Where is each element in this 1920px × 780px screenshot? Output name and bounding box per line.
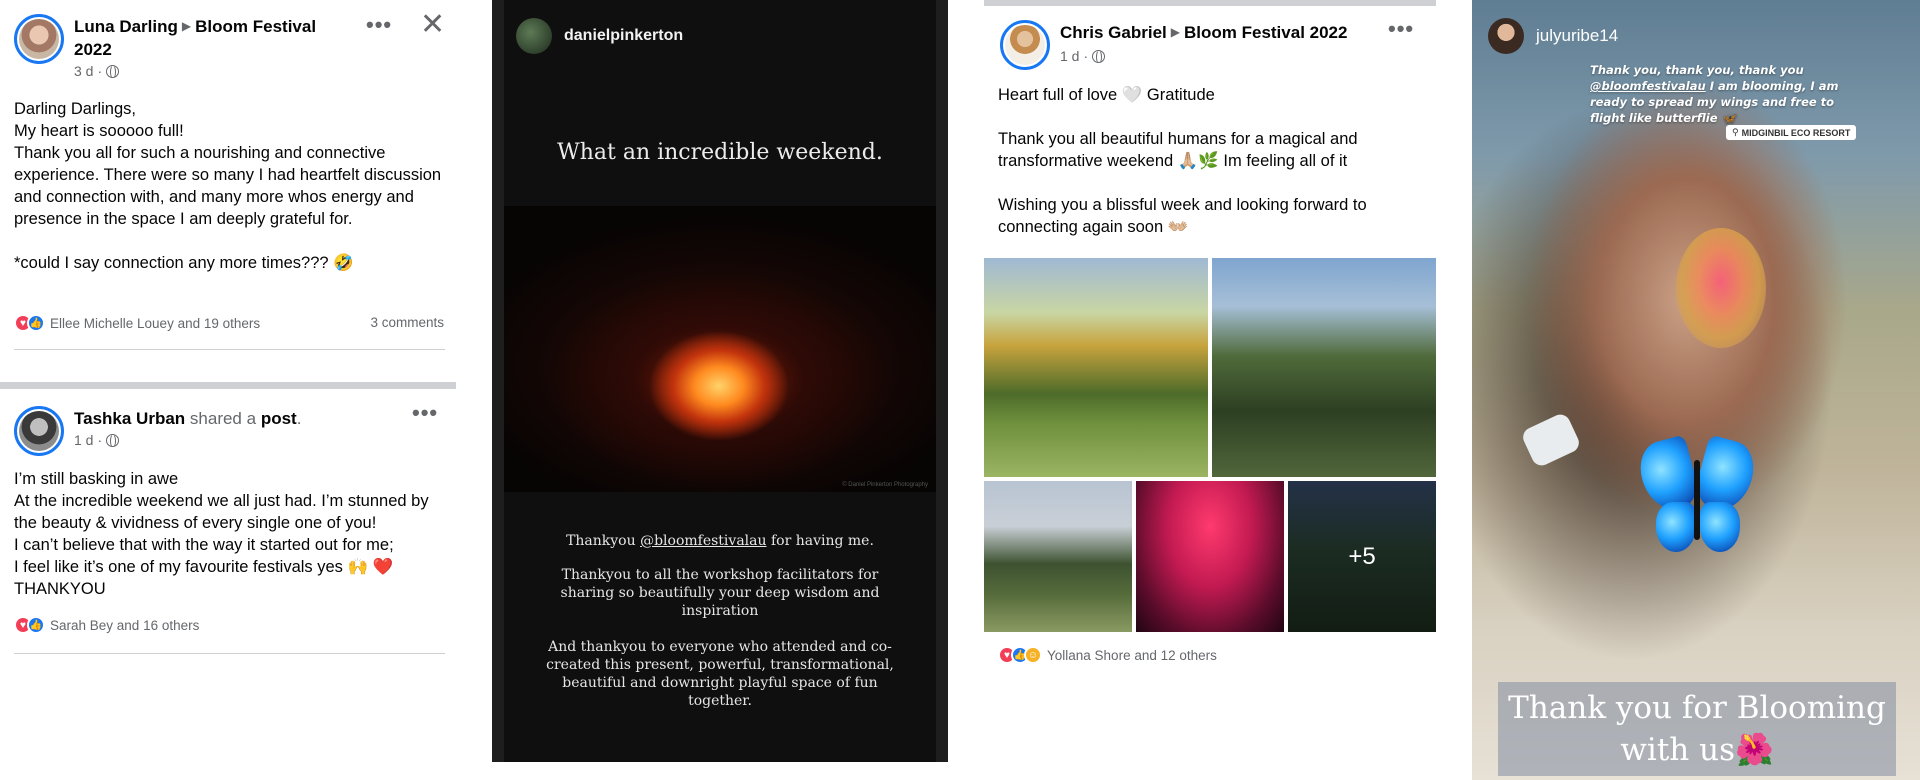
photo-grid: +5 bbox=[984, 258, 1436, 632]
photo-credit: © Daniel Pinkerton Photography bbox=[842, 482, 928, 488]
facebook-post: Luna Darling ▶ Bloom Festival 2022 3 d · ••… bbox=[0, 0, 456, 380]
post-time[interactable]: 1 d bbox=[1060, 48, 1079, 64]
post-body: Heart full of love 🤍 Gratitude Thank you… bbox=[998, 86, 1367, 236]
photo-stage-tent[interactable] bbox=[1136, 481, 1284, 632]
globe-icon bbox=[1092, 49, 1106, 64]
post-header: Tashka Urban shared a post. 1 d · bbox=[14, 406, 301, 456]
avatar[interactable] bbox=[1000, 20, 1050, 70]
avatar[interactable] bbox=[1488, 18, 1524, 54]
reactions-summary[interactable]: ♥ 👍 ☺ Yollana Shore and 12 others bbox=[998, 646, 1217, 664]
globe-icon bbox=[106, 64, 120, 79]
photo-field[interactable] bbox=[984, 481, 1132, 632]
story-username[interactable]: danielpinkerton bbox=[564, 27, 683, 45]
more-options-icon[interactable]: ••• bbox=[1388, 18, 1414, 40]
avatar[interactable] bbox=[14, 14, 64, 64]
avatar[interactable] bbox=[516, 18, 552, 54]
feed-column-1: Luna Darling ▶ Bloom Festival 2022 3 d · ••… bbox=[0, 0, 456, 780]
reactions-summary[interactable]: ♥ 👍 Sarah Bey and 16 others bbox=[14, 616, 199, 634]
more-photos-count[interactable]: +5 bbox=[1288, 481, 1436, 632]
reaction-names: Yollana Shore and 12 others bbox=[1047, 647, 1217, 663]
face-paint bbox=[1676, 228, 1766, 348]
arrow-right-icon: ▶ bbox=[1170, 25, 1180, 39]
shared-label: shared a bbox=[189, 409, 257, 428]
comments-link[interactable]: 3 comments bbox=[370, 315, 444, 330]
story-caption: Thank you for Blooming with us🌺 bbox=[1498, 682, 1896, 776]
post-separator bbox=[0, 382, 456, 389]
photo-forest[interactable] bbox=[1212, 258, 1436, 477]
more-options-icon[interactable]: ••• bbox=[412, 402, 438, 424]
group-name[interactable]: Bloom Festival 2022 bbox=[1184, 23, 1347, 42]
post-header: Chris Gabriel ▶ Bloom Festival 2022 1 d · bbox=[1000, 20, 1347, 70]
story-username[interactable]: julyuribe14 bbox=[1536, 26, 1618, 46]
reaction-names: Ellee Michelle Louey and 19 others bbox=[50, 315, 261, 331]
arrow-right-icon: ▶ bbox=[181, 19, 192, 33]
photo-more[interactable]: +5 bbox=[1288, 481, 1436, 632]
story-paragraph: And thankyou to everyone who attended an… bbox=[546, 639, 894, 709]
reaction-names: Sarah Bey and 16 others bbox=[50, 617, 200, 633]
post-time[interactable]: 3 d bbox=[74, 63, 93, 79]
feed-column-3: Chris Gabriel ▶ Bloom Festival 2022 1 d · •… bbox=[984, 0, 1436, 780]
post-separator bbox=[984, 0, 1436, 6]
haha-icon: ☺ bbox=[1024, 646, 1042, 664]
story-thanks-line: Thankyou @bloomfestivalau for having me. bbox=[566, 533, 874, 549]
avatar[interactable] bbox=[14, 406, 64, 456]
post-body: Darling Darlings, My heart is sooooo ful… bbox=[14, 100, 442, 272]
campfire-photo: © Daniel Pinkerton Photography bbox=[504, 206, 936, 492]
mention-link[interactable]: @bloomfestivalau bbox=[1590, 79, 1706, 93]
story-title: What an incredible weekend. bbox=[557, 140, 883, 165]
more-options-icon[interactable]: ••• bbox=[366, 14, 392, 36]
instagram-story-1: danielpinkerton What an incredible weeke… bbox=[492, 0, 948, 762]
like-icon: 👍 bbox=[27, 314, 45, 332]
shared-post-link[interactable]: post bbox=[261, 409, 297, 428]
facebook-post: Tashka Urban shared a post. 1 d · ••• I’m… bbox=[0, 392, 456, 692]
story-header: danielpinkerton bbox=[516, 18, 683, 54]
globe-icon bbox=[106, 433, 120, 448]
instagram-story-2: julyuribe14 Thank you, thank you, thank … bbox=[1472, 0, 1920, 780]
wristband bbox=[1519, 411, 1583, 469]
butterfly-sticker bbox=[1633, 434, 1761, 560]
divider bbox=[14, 349, 445, 350]
post-header: Luna Darling ▶ Bloom Festival 2022 3 d · bbox=[14, 14, 334, 79]
location-pin-icon: ⚲ bbox=[1732, 127, 1739, 137]
reactions-summary[interactable]: ♥ 👍 Ellee Michelle Louey and 19 others bbox=[14, 314, 260, 332]
photo-trees[interactable] bbox=[984, 258, 1208, 477]
author-name[interactable]: Tashka Urban bbox=[74, 409, 185, 428]
post-time[interactable]: 1 d bbox=[74, 432, 93, 448]
story-paragraph: Thankyou to all the workshop facilitator… bbox=[560, 567, 880, 619]
close-icon[interactable]: ✕ bbox=[420, 10, 445, 40]
post-body: I’m still basking in awe At the incredib… bbox=[14, 470, 429, 598]
location-sticker[interactable]: ⚲ MIDGINBIL ECO RESORT bbox=[1726, 125, 1857, 140]
divider bbox=[14, 653, 445, 654]
like-icon: 👍 bbox=[27, 616, 45, 634]
mention-link[interactable]: @bloomfestivalau bbox=[640, 533, 766, 549]
author-name[interactable]: Luna Darling bbox=[74, 17, 178, 36]
author-name[interactable]: Chris Gabriel bbox=[1060, 23, 1167, 42]
story-header: julyuribe14 bbox=[1488, 18, 1618, 54]
story-quote: Thank you, thank you, thank you @bloomfe… bbox=[1590, 63, 1839, 125]
